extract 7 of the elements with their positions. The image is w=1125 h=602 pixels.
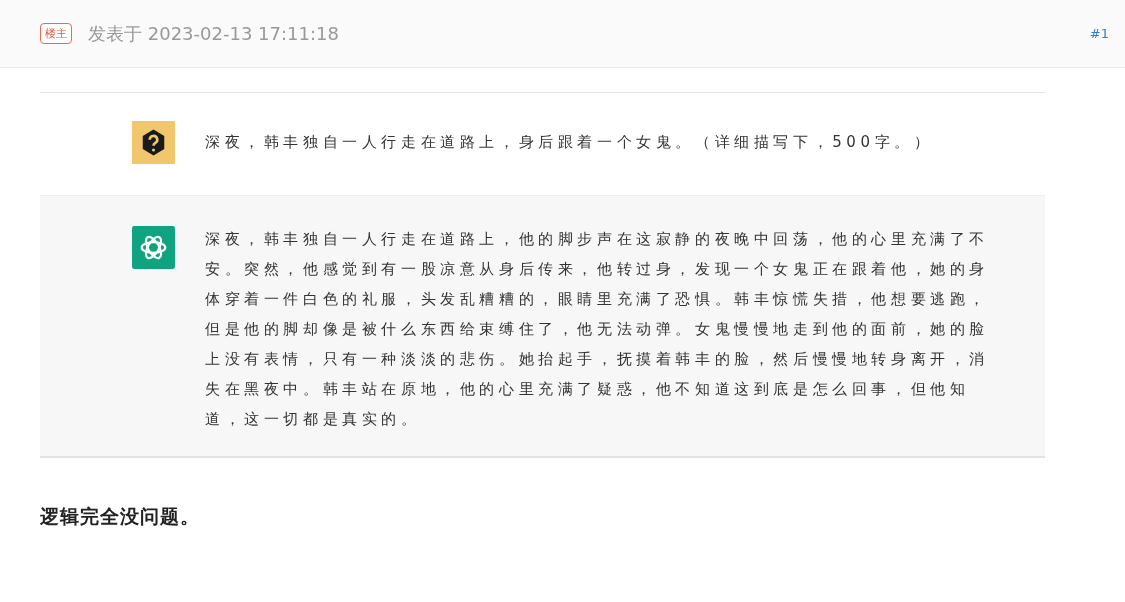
post-time: 发表于 2023-02-13 17:11:18 [88,21,339,46]
question-text: 深夜，韩丰独自一人行走在道路上，身后跟着一个女鬼。（详细描写下，500字。） [205,132,934,153]
comment-text: 逻辑完全没问题。 [40,504,201,529]
answer-text: 深夜，韩丰独自一人行走在道路上，他的脚步声在这寂静的夜晚中回荡，他的心里充满了不安。突然，他感觉到有一股凉意从身后传来，他转过身，发现一个女鬼正在跟着他，她的身体穿着一件白色的礼服，头发乱糟糟的，眼睛里充满了恐惧。韩丰惊慌失措，他想要逃跑，但是他的脚却像是被什么东西给束缚住了，他无法动弹。女鬼慢慢地走到他的面前，她的脸上没有表情，只有一种淡淡的悲伤。她抬起手，抚摸着韩丰的脸，然后慢慢地转身离开，消失在黑夜中。韩丰站在原地，他的心里充满了疑惑，他不知道这到底是怎么回事，但他知道，这一切都是真实的。 [205,229,990,430]
floor-link[interactable]: #1 [1089,26,1109,41]
author-badge: 楼主 [40,23,72,44]
question-icon [132,121,175,164]
